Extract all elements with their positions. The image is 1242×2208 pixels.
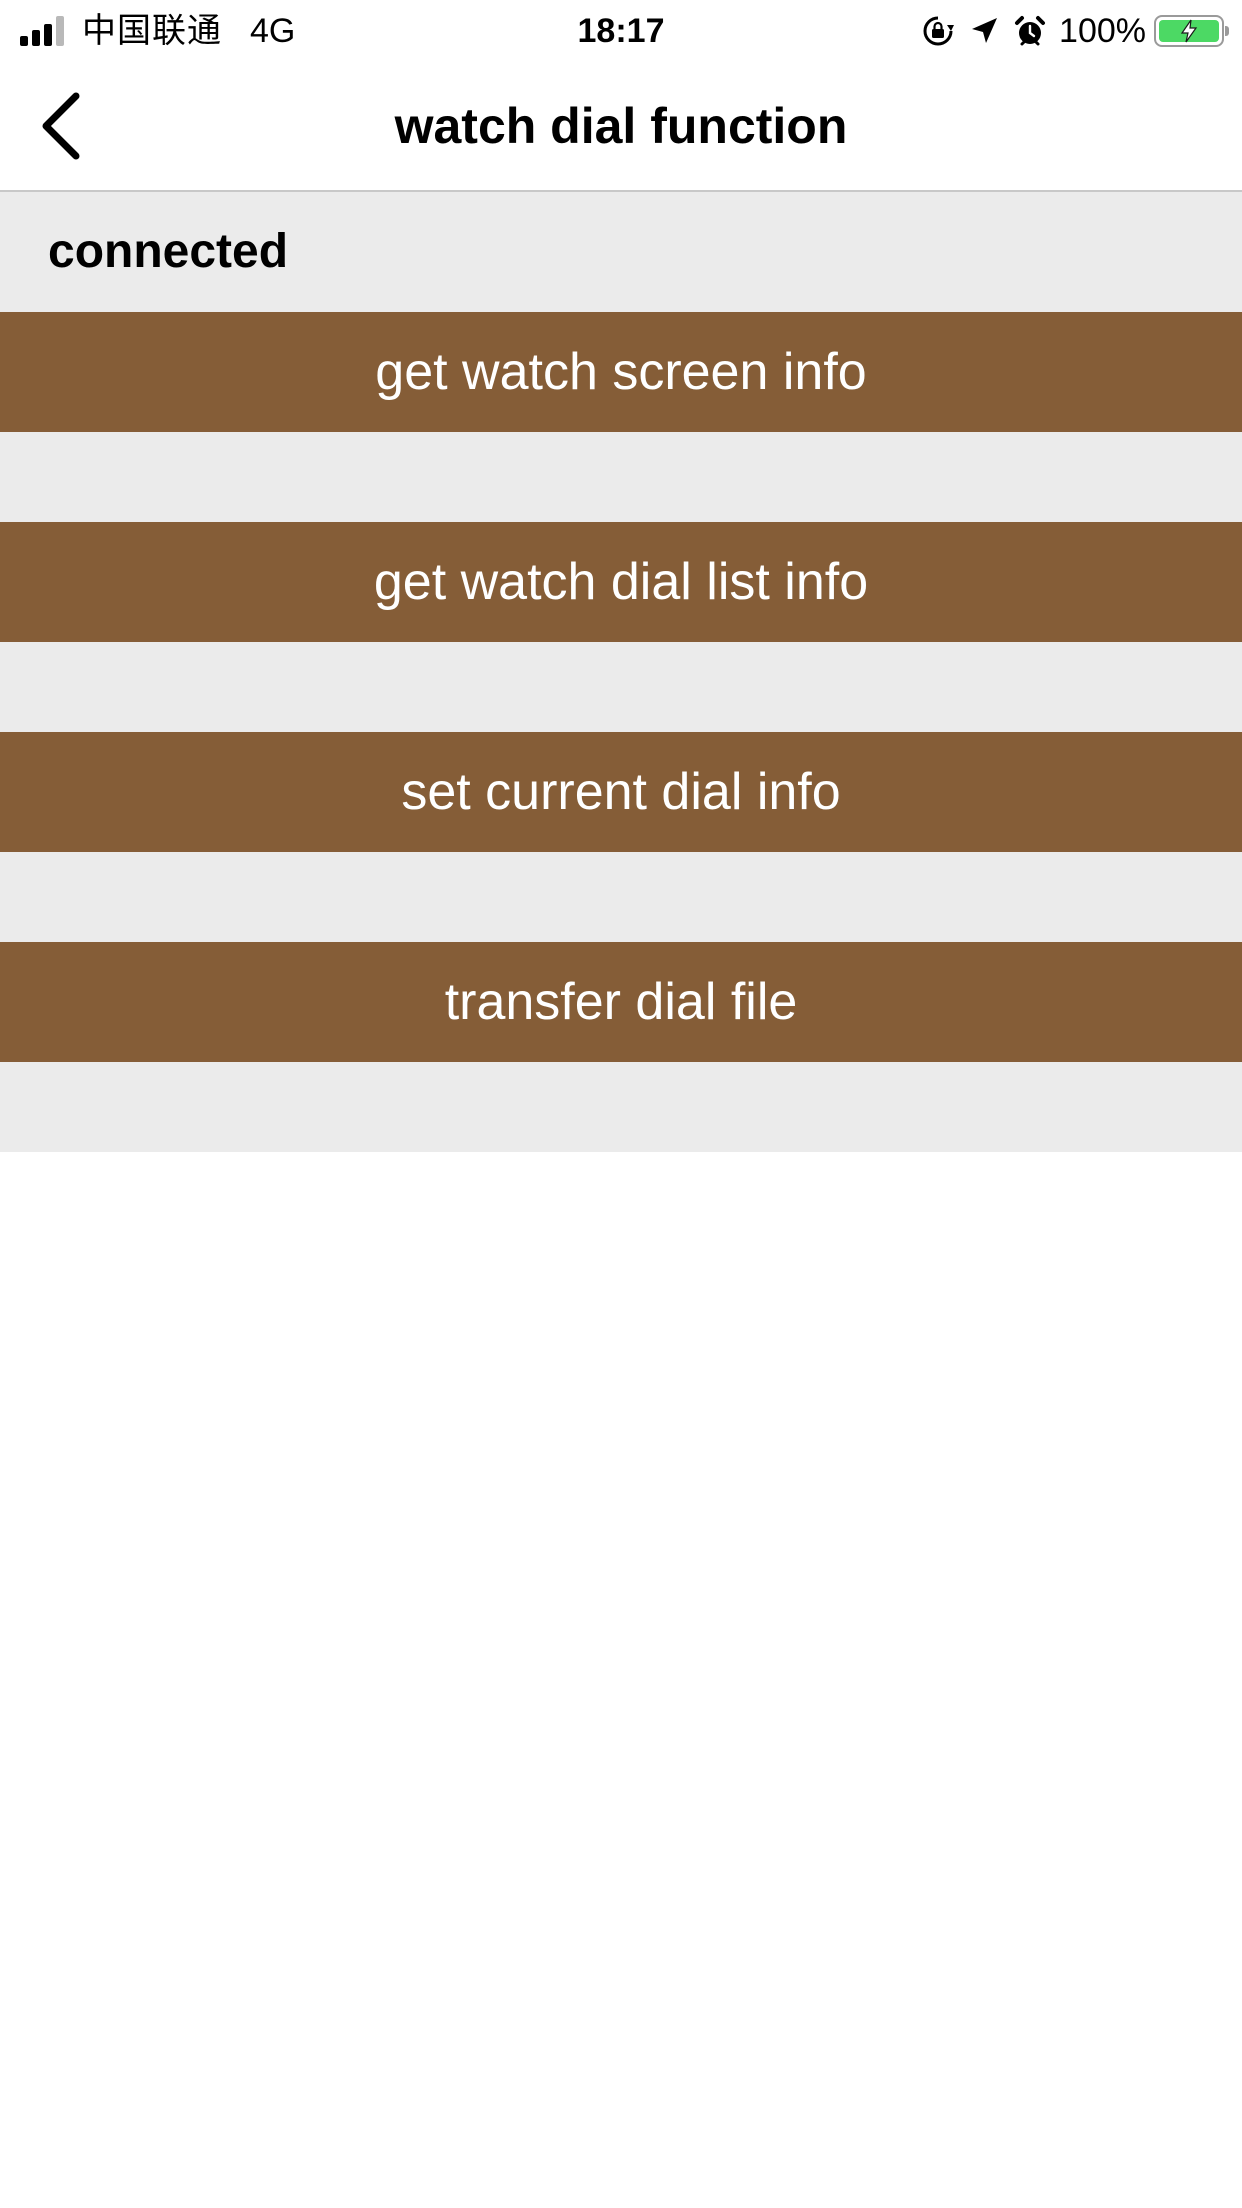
connection-status: connected <box>48 225 289 278</box>
chevron-left-icon <box>42 92 80 160</box>
set-current-dial-info-button[interactable]: set current dial info <box>0 732 1242 852</box>
location-arrow-icon <box>972 18 998 43</box>
get-watch-screen-info-button[interactable]: get watch screen info <box>0 312 1242 432</box>
get-watch-dial-list-info-button[interactable]: get watch dial list info <box>0 522 1242 642</box>
charging-bolt-icon <box>1180 19 1198 43</box>
status-bar: 中国联通 4G 18:17 100% <box>0 0 1242 62</box>
content-area: connected get watch screen info get watc… <box>0 192 1242 1152</box>
battery-charging-icon <box>1154 15 1229 47</box>
page-title: watch dial function <box>394 98 848 154</box>
orientation-lock-icon <box>923 16 955 46</box>
back-button[interactable] <box>30 90 90 162</box>
navigation-bar: watch dial function <box>0 62 1242 192</box>
transfer-dial-file-button[interactable]: transfer dial file <box>0 942 1242 1062</box>
battery-level-fill <box>1159 19 1219 43</box>
alarm-clock-icon <box>1015 16 1046 46</box>
status-right: 100% <box>909 0 1229 62</box>
battery-percent: 100% <box>1059 12 1146 50</box>
